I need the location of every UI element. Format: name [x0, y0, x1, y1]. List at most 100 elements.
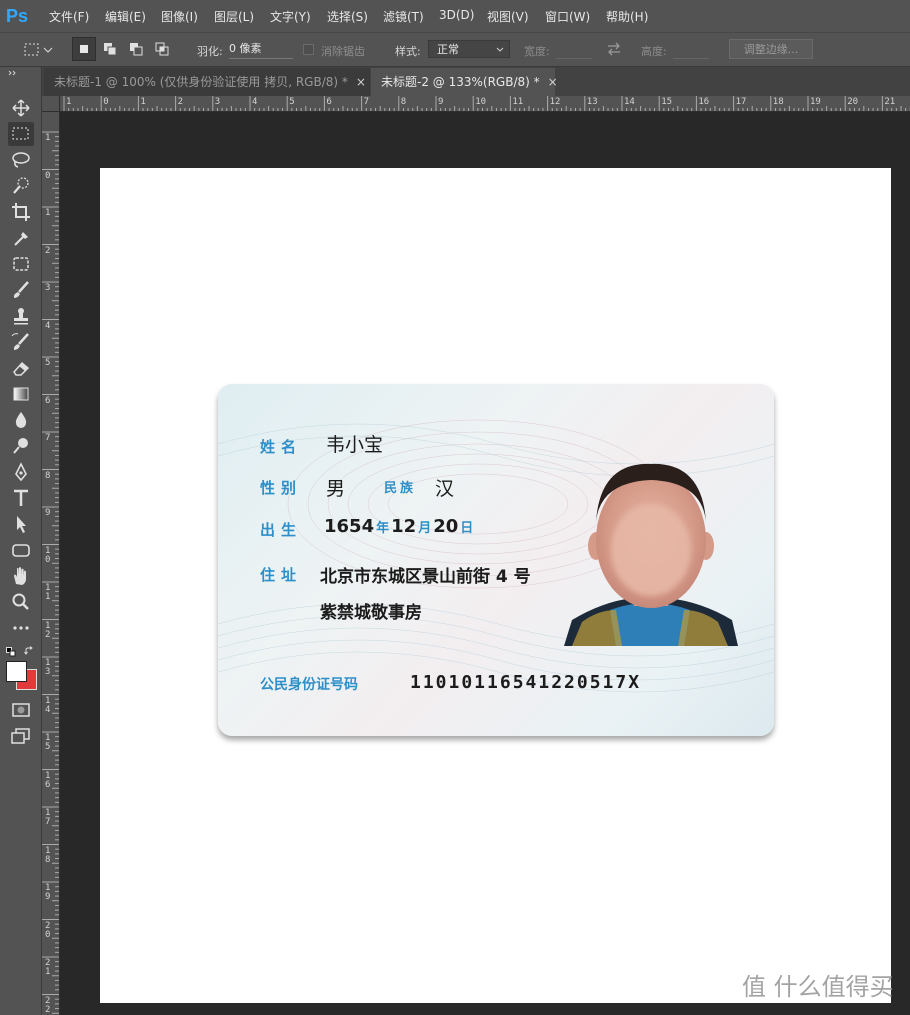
- crop-tool-icon[interactable]: [8, 200, 34, 224]
- ruler-label: 17: [45, 808, 51, 827]
- menu-3d[interactable]: 3D(D): [439, 8, 474, 22]
- menu-help[interactable]: 帮助(H): [606, 8, 648, 25]
- ruler-label: 21: [45, 958, 51, 977]
- feather-input[interactable]: 0 像素: [229, 40, 293, 59]
- ruler-label: 18: [772, 97, 784, 107]
- healing-brush-tool-icon[interactable]: [8, 252, 34, 276]
- subtract-from-selection-icon[interactable]: [125, 38, 147, 60]
- eyedropper-tool-icon[interactable]: [8, 226, 34, 250]
- ruler-label: 9: [45, 508, 51, 518]
- style-select[interactable]: 正常: [428, 40, 510, 58]
- swap-colors-icon[interactable]: [24, 646, 35, 657]
- ruler-label: 18: [45, 845, 51, 865]
- address-line-2: 紫禁城敬事房: [320, 603, 422, 623]
- ruler-origin[interactable]: [42, 96, 60, 112]
- menu-view[interactable]: 视图(V): [487, 8, 529, 25]
- height-input[interactable]: [673, 40, 709, 59]
- ruler-label: 2: [45, 245, 51, 256]
- default-colors-icon[interactable]: [6, 647, 16, 657]
- tools-panel: [0, 67, 42, 1015]
- menu-window[interactable]: 窗口(W): [545, 8, 590, 25]
- ruler-label: 3: [45, 283, 51, 293]
- width-input[interactable]: [556, 40, 592, 59]
- gradient-tool-icon[interactable]: [8, 382, 34, 406]
- sex-label: 性别: [260, 479, 303, 497]
- ruler-label: 1: [45, 208, 51, 218]
- more-tools-icon[interactable]: [8, 616, 34, 640]
- address-line-1: 北京市东城区景山前街 4 号: [320, 567, 531, 587]
- ruler-label: 14: [624, 97, 635, 107]
- refine-edge-button[interactable]: 调整边缘...: [729, 39, 813, 59]
- width-label: 宽度:: [524, 45, 550, 58]
- menu-file[interactable]: 文件(F): [49, 8, 89, 25]
- lasso-tool-icon[interactable]: [8, 148, 34, 172]
- foreground-color-swatch[interactable]: [6, 661, 27, 682]
- marquee-icon: [12, 127, 29, 140]
- move-tool-icon[interactable]: [8, 96, 34, 120]
- menu-layer[interactable]: 图层(L): [214, 8, 254, 25]
- tab-document-2[interactable]: 未标题-2 @ 133%(RGB/8) * ×: [371, 68, 558, 96]
- birth-year: 1654: [324, 516, 375, 537]
- pen-tool-icon[interactable]: [8, 460, 34, 484]
- id-card-image: 姓名 韦小宝 性别 男 民族 汉 出生 1654 年 12 月 20 日 住址 北京市东城…: [218, 384, 774, 736]
- collapse-panel-icon[interactable]: [8, 70, 18, 76]
- blur-tool-icon[interactable]: [8, 408, 34, 432]
- ruler-label: 11: [45, 583, 51, 602]
- ruler-label: 15: [45, 733, 51, 752]
- ethnic-value: 汉: [435, 478, 455, 500]
- address-label: 住址: [260, 566, 303, 584]
- zoom-tool-icon[interactable]: [8, 590, 34, 614]
- screen-mode-icon[interactable]: [8, 724, 34, 748]
- menu-type[interactable]: 文字(Y): [270, 8, 311, 25]
- ruler-label: 1: [45, 133, 51, 143]
- tab-label: 未标题-2 @ 133%(RGB/8) *: [381, 75, 540, 89]
- horizontal-ruler[interactable]: 1 0 1 2 3 4 5 6 7 8 9 10 11 12 13 14 15 16 17 18 19 20 21: [42, 96, 910, 112]
- eraser-tool-icon[interactable]: [8, 356, 34, 380]
- swap-arrows-icon[interactable]: [603, 38, 625, 60]
- quick-selection-tool-icon[interactable]: [8, 174, 34, 198]
- hand-tool-icon[interactable]: [8, 564, 34, 588]
- chevron-down-icon: [496, 47, 504, 52]
- history-brush-tool-icon[interactable]: [8, 330, 34, 354]
- dodge-tool-icon[interactable]: [8, 434, 34, 458]
- path-selection-tool-icon[interactable]: [8, 512, 34, 536]
- tab-document-1[interactable]: 未标题-1 @ 100% (仅供身份验证使用 拷贝, RGB/8) * ×: [44, 68, 370, 96]
- ruler-label: 11: [512, 97, 524, 107]
- quick-mask-icon[interactable]: [8, 698, 34, 722]
- tab-label: 未标题-1 @ 100% (仅供身份验证使用 拷贝, RGB/8) *: [54, 75, 348, 89]
- ruler-label: 5: [289, 97, 295, 107]
- ruler-label: 8: [45, 470, 51, 481]
- name-label: 姓名: [260, 438, 303, 456]
- ruler-label: 16: [45, 770, 51, 790]
- ruler-label: 14: [45, 695, 51, 715]
- clone-stamp-tool-icon[interactable]: [8, 304, 34, 328]
- menu-filter[interactable]: 滤镜(T): [383, 8, 424, 25]
- add-to-selection-icon[interactable]: [99, 38, 121, 60]
- ruler-label: 20: [847, 97, 859, 107]
- ruler-label: 20: [45, 920, 51, 940]
- id-number-label: 公民身份证号码: [260, 677, 358, 693]
- vertical-ruler[interactable]: 101234567891011121314151617181920212223: [42, 112, 60, 1015]
- ruler-label: 0: [45, 170, 51, 181]
- close-icon[interactable]: ×: [356, 75, 366, 89]
- id-number-value: 11010116541220517X: [410, 672, 642, 693]
- chevron-down-icon[interactable]: [41, 39, 55, 61]
- close-icon[interactable]: ×: [548, 75, 558, 89]
- menu-edit[interactable]: 编辑(E): [105, 8, 146, 25]
- new-selection-button[interactable]: [72, 37, 96, 61]
- style-select-value: 正常: [437, 43, 459, 56]
- ruler-label: 15: [661, 97, 673, 107]
- type-tool-icon[interactable]: [8, 486, 34, 510]
- antialias-checkbox[interactable]: [303, 44, 314, 55]
- ruler-label: 8: [400, 97, 407, 107]
- brush-tool-icon[interactable]: [8, 278, 34, 302]
- rectangle-tool-icon[interactable]: [8, 538, 34, 562]
- ruler-label: 13: [586, 97, 598, 107]
- menu-select[interactable]: 选择(S): [327, 8, 368, 25]
- new-selection-icon: [80, 45, 88, 53]
- intersect-selection-icon[interactable]: [151, 38, 173, 60]
- menu-image[interactable]: 图像(I): [161, 8, 198, 25]
- photoshop-logo: Ps: [6, 6, 29, 26]
- ruler-label: 4: [45, 320, 51, 331]
- rectangular-marquee-tool[interactable]: [8, 122, 34, 146]
